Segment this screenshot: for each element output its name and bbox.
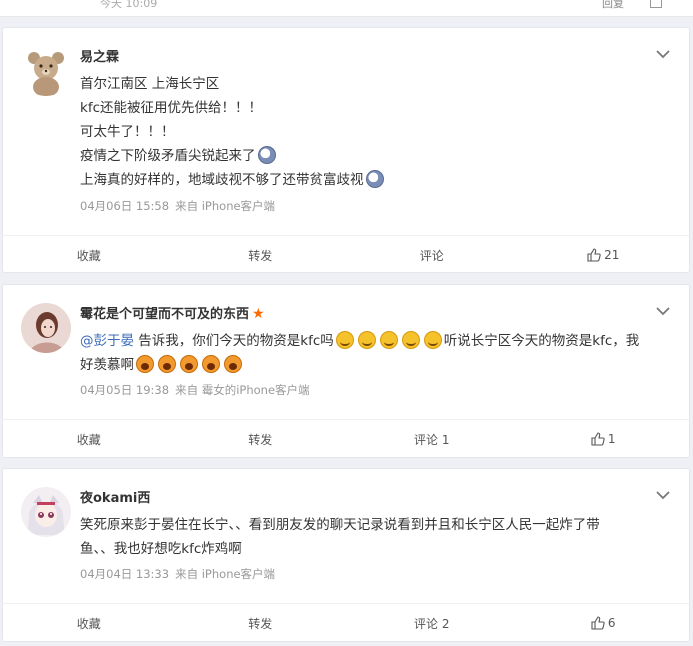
- author-name[interactable]: 霉花是个可望而不可及的东西 ★: [80, 303, 265, 322]
- drool-emoji-icon: [224, 355, 242, 373]
- grimace-emoji-icon: [257, 146, 276, 164]
- comment-line: 首尔江南区 上海长宁区: [80, 76, 220, 92]
- comment-line: 可太牛了！！！: [80, 124, 175, 140]
- like-count: 21: [604, 248, 620, 262]
- crying-emoji-icon: [335, 331, 354, 349]
- collect-button[interactable]: 收藏: [3, 604, 175, 642]
- collect-button[interactable]: 收藏: [3, 420, 175, 458]
- comment-text: 笑死原来彭于晏住在长宁、、看到朋友发的聊天记录说看到并且和长宁区人民一起炸了带 …: [80, 513, 665, 561]
- like-button[interactable]: 21: [518, 236, 690, 274]
- comment-line-text: 疫情之下阶级矛盾尖锐起来了: [80, 148, 256, 164]
- author-name[interactable]: 易之霖: [80, 46, 119, 65]
- post-source: 来自 iPhone客户端: [175, 199, 276, 213]
- repost-button[interactable]: 转发: [175, 236, 347, 274]
- comment-line: 鱼、、我也好想吃kfc炸鸡啊: [80, 541, 242, 557]
- comment-button[interactable]: 评论: [346, 236, 518, 274]
- thumbs-up-icon: [587, 248, 601, 262]
- drool-emoji-icon: [136, 355, 154, 373]
- like-button[interactable]: 1: [518, 420, 690, 458]
- grimace-emoji-icon: [365, 170, 384, 188]
- chevron-down-icon[interactable]: [655, 305, 671, 317]
- action-bar: 收藏 转发 评论 1 1: [3, 419, 689, 458]
- comment-line: 笑死原来彭于晏住在长宁、、看到朋友发的聊天记录说看到并且和长宁区人民一起炸了带: [80, 517, 600, 533]
- avatar[interactable]: [21, 46, 71, 96]
- post-date: 04月04日 13:33: [80, 567, 170, 581]
- post-source: 来自 霉女的iPhone客户端: [175, 383, 310, 397]
- crying-emoji-icon: [379, 331, 398, 349]
- crying-emoji-icon: [423, 331, 442, 349]
- drool-emoji-icon: [202, 355, 220, 373]
- drool-emoji-icon: [158, 355, 176, 373]
- author-name-text: 霉花是个可望而不可及的东西: [80, 307, 250, 322]
- avatar[interactable]: [21, 487, 71, 537]
- comment-card: 霉花是个可望而不可及的东西 ★ @彭于晏 告诉我，你们今天的物资是kfc吗 听说长宁…: [2, 284, 690, 458]
- post-meta: 04月06日 15:58 来自 iPhone客户端: [80, 198, 275, 214]
- crying-emoji-icon: [357, 331, 376, 349]
- action-bar: 收藏 转发 评论 21: [3, 235, 689, 274]
- avatar[interactable]: [21, 303, 71, 353]
- thumbs-up-icon: [591, 616, 605, 630]
- comment-card: 夜okami西 笑死原来彭于晏住在长宁、、看到朋友发的聊天记录说看到并且和长宁区…: [2, 468, 690, 642]
- comment-text: 首尔江南区 上海长宁区 kfc还能被征用优先供给！！！ 可太牛了！！！ 疫情之下…: [80, 72, 665, 192]
- comment-line: 上海真的好样的，地域歧视不够了还带贫富歧视: [80, 168, 665, 192]
- post-source: 来自 iPhone客户端: [175, 567, 276, 581]
- comment-line-text: 听说长宁区今天的物资是kfc，我: [443, 333, 640, 349]
- previous-timestamp: 今天 10:09: [100, 0, 158, 10]
- star-icon: ★: [252, 306, 265, 322]
- post-date: 04月06日 15:58: [80, 199, 170, 213]
- comment-line: @彭于晏 告诉我，你们今天的物资是kfc吗 听说长宁区今天的物资是kfc，我: [80, 329, 665, 353]
- chevron-down-icon[interactable]: [655, 489, 671, 501]
- repost-button[interactable]: 转发: [175, 604, 347, 642]
- author-name[interactable]: 夜okami西: [80, 487, 150, 506]
- comment-button[interactable]: 评论 2: [346, 604, 518, 642]
- like-count: 6: [607, 616, 616, 630]
- like-button[interactable]: 6: [518, 604, 690, 642]
- thumbs-up-icon: [591, 432, 605, 446]
- share-icon[interactable]: [650, 0, 662, 8]
- comment-card: 易之霖 首尔江南区 上海长宁区 kfc还能被征用优先供给！！！ 可太牛了！！！ …: [2, 27, 690, 273]
- comment-line-text: 上海真的好样的，地域歧视不够了还带贫富歧视: [80, 172, 364, 188]
- comment-line: kfc还能被征用优先供给！！！: [80, 100, 262, 116]
- comment-line: 好羡慕啊: [80, 353, 665, 377]
- post-meta: 04月05日 19:38 来自 霉女的iPhone客户端: [80, 382, 310, 398]
- comment-text: @彭于晏 告诉我，你们今天的物资是kfc吗 听说长宁区今天的物资是kfc，我 好羡…: [80, 329, 665, 377]
- comment-line-text: 告诉我，你们今天的物资是kfc吗: [134, 333, 334, 349]
- comment-line: 疫情之下阶级矛盾尖锐起来了: [80, 144, 665, 168]
- collect-button[interactable]: 收藏: [3, 236, 175, 274]
- crying-emoji-icon: [401, 331, 420, 349]
- action-bar: 收藏 转发 评论 2 6: [3, 603, 689, 642]
- repost-button[interactable]: 转发: [175, 420, 347, 458]
- post-meta: 04月04日 13:33 来自 iPhone客户端: [80, 566, 275, 582]
- previous-card-footer: 今天 10:09 回复: [0, 0, 693, 17]
- like-count: 1: [607, 432, 616, 446]
- comment-line-text: 好羡慕啊: [80, 357, 134, 373]
- chevron-down-icon[interactable]: [655, 48, 671, 60]
- previous-reply-link[interactable]: 回复: [602, 0, 624, 11]
- drool-emoji-icon: [180, 355, 198, 373]
- comment-button[interactable]: 评论 1: [346, 420, 518, 458]
- user-mention-link[interactable]: @彭于晏: [80, 333, 134, 349]
- post-date: 04月05日 19:38: [80, 383, 170, 397]
